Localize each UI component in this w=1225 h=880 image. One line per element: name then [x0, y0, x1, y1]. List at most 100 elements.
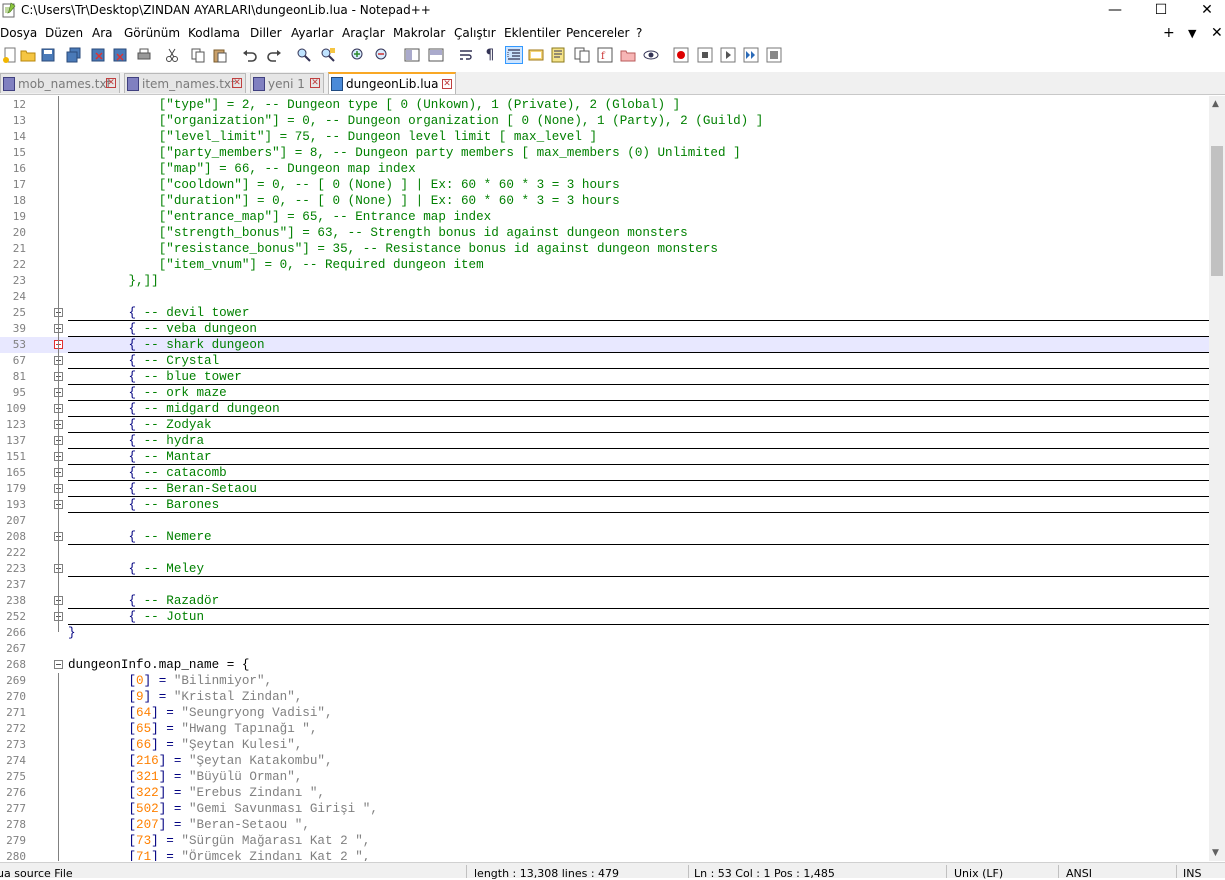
cut-icon[interactable]: [164, 47, 180, 63]
code-line[interactable]: 15 ["party_members"] = 8, -- Dungeon par…: [0, 145, 1209, 161]
code-text[interactable]: ["level_limit"] = 75, -- Dungeon level l…: [68, 129, 597, 145]
tab-dungeonlib[interactable]: dungeonLib.lua ✕: [328, 72, 456, 94]
code-line[interactable]: 272 [65] = "Hwang Tapınağı ",: [0, 721, 1209, 737]
code-line[interactable]: 20 ["strength_bonus"] = 63, -- Strength …: [0, 225, 1209, 241]
redo-icon[interactable]: [266, 47, 282, 63]
scroll-up-arrow-icon[interactable]: ▲: [1212, 99, 1219, 109]
zoom-out-icon[interactable]: [374, 47, 390, 63]
code-line[interactable]: 19 ["entrance_map"] = 65, -- Entrance ma…: [0, 209, 1209, 225]
close-tab-icon[interactable]: ✕: [442, 79, 452, 89]
tab-yeni-1[interactable]: yeni 1 ✕: [250, 73, 324, 93]
code-line[interactable]: 165 { -- catacomb: [0, 465, 1209, 481]
sync-horizontal-scroll-icon[interactable]: [428, 47, 444, 63]
document-map-icon[interactable]: [550, 47, 566, 63]
code-line[interactable]: 21 ["resistance_bonus"] = 35, -- Resista…: [0, 241, 1209, 257]
record-macro-icon[interactable]: [673, 47, 689, 63]
code-text[interactable]: { -- blue tower: [68, 369, 241, 385]
code-line[interactable]: 271 [64] = "Seungryong Vadisi",: [0, 705, 1209, 721]
code-line[interactable]: 276 [322] = "Erebus Zindanı ",: [0, 785, 1209, 801]
menu-ayarlar[interactable]: Ayarlar: [291, 26, 333, 40]
code-line[interactable]: 81 { -- blue tower: [0, 369, 1209, 385]
code-text[interactable]: { -- hydra: [68, 433, 204, 449]
menu-eklentiler[interactable]: Eklentiler: [504, 26, 561, 40]
code-line[interactable]: 238 { -- Razadör: [0, 593, 1209, 609]
code-line[interactable]: 14 ["level_limit"] = 75, -- Dungeon leve…: [0, 129, 1209, 145]
code-line[interactable]: 279 [73] = "Sürgün Mağarası Kat 2 ",: [0, 833, 1209, 849]
menu-pencereler[interactable]: Pencereler: [566, 26, 629, 40]
new-file-icon[interactable]: [2, 47, 18, 63]
code-line[interactable]: 268 dungeonInfo.map_name = {: [0, 657, 1209, 673]
code-text[interactable]: { -- devil tower: [68, 305, 249, 321]
run-macro-multiple-icon[interactable]: [743, 47, 759, 63]
code-text[interactable]: ["type"] = 2, -- Dungeon type [ 0 (Unkow…: [68, 97, 680, 113]
code-text[interactable]: { -- Meley: [68, 561, 204, 577]
code-line[interactable]: 274 [216] = "Şeytan Katakombu",: [0, 753, 1209, 769]
code-line[interactable]: 280 [71] = "Örümcek Zindanı Kat 2 ",: [0, 849, 1209, 861]
code-text[interactable]: { -- Crystal: [68, 353, 219, 369]
code-text[interactable]: [216] = "Şeytan Katakombu",: [68, 753, 332, 769]
scroll-down-arrow-icon[interactable]: ▼: [1212, 848, 1219, 858]
code-text[interactable]: { -- Razadör: [68, 593, 219, 609]
code-text[interactable]: [0] = "Bilinmiyor",: [68, 673, 272, 689]
code-text[interactable]: { -- Zodyak: [68, 417, 211, 433]
code-text[interactable]: },]]: [68, 273, 158, 289]
code-line[interactable]: 278 [207] = "Beran-Setaou ",: [0, 817, 1209, 833]
document-list-icon[interactable]: [574, 47, 590, 63]
code-text[interactable]: { -- Mantar: [68, 449, 211, 465]
vertical-scrollbar[interactable]: ▲ ▼: [1209, 96, 1225, 861]
code-text[interactable]: { -- Jotun: [68, 609, 204, 625]
user-defined-language-icon[interactable]: [528, 47, 544, 63]
code-text[interactable]: ["map"] = 66, -- Dungeon map index: [68, 161, 416, 177]
code-line[interactable]: 275 [321] = "Büyülü Orman",: [0, 769, 1209, 785]
code-text[interactable]: ["party_members"] = 8, -- Dungeon party …: [68, 145, 741, 161]
minimize-button[interactable]: —: [1092, 0, 1138, 20]
stop-recording-icon[interactable]: [697, 47, 713, 63]
menu-araclar[interactable]: Araçlar: [342, 26, 385, 40]
replace-icon[interactable]: [320, 47, 336, 63]
code-text[interactable]: [71] = "Örümcek Zindanı Kat 2 ",: [68, 849, 370, 861]
code-text[interactable]: [502] = "Gemi Savunması Girişi ",: [68, 801, 377, 817]
menu-diller[interactable]: Diller: [250, 26, 282, 40]
code-line[interactable]: 39 { -- veba dungeon: [0, 321, 1209, 337]
tab-list-dropdown-button[interactable]: ▼: [1188, 27, 1196, 40]
zoom-in-icon[interactable]: [350, 47, 366, 63]
status-encoding[interactable]: ANSI: [1066, 867, 1092, 880]
code-text[interactable]: [65] = "Hwang Tapınağı ",: [68, 721, 317, 737]
indent-guide-icon[interactable]: [505, 46, 523, 64]
code-text[interactable]: ["organization"] = 0, -- Dungeon organiz…: [68, 113, 764, 129]
code-text[interactable]: ["duration"] = 0, -- [ 0 (None) ] | Ex: …: [68, 193, 620, 209]
find-icon[interactable]: [296, 47, 312, 63]
code-text[interactable]: }: [68, 625, 76, 641]
word-wrap-icon[interactable]: [458, 47, 474, 63]
close-all-icon[interactable]: [112, 47, 128, 63]
close-tab-icon[interactable]: ✕: [310, 78, 320, 88]
print-icon[interactable]: [136, 47, 152, 63]
code-text[interactable]: ["cooldown"] = 0, -- [ 0 (None) ] | Ex: …: [68, 177, 620, 193]
close-tab-icon[interactable]: ✕: [232, 78, 242, 88]
fold-collapse-icon[interactable]: [54, 660, 63, 669]
code-line[interactable]: 269 [0] = "Bilinmiyor",: [0, 673, 1209, 689]
code-line[interactable]: 17 ["cooldown"] = 0, -- [ 0 (None) ] | E…: [0, 177, 1209, 193]
status-eol[interactable]: Unix (LF): [954, 867, 1003, 880]
close-file-icon[interactable]: [90, 47, 106, 63]
tab-mob-names[interactable]: mob_names.txt ✕: [0, 73, 120, 93]
undo-icon[interactable]: [242, 47, 258, 63]
code-line[interactable]: 123 { -- Zodyak: [0, 417, 1209, 433]
code-text[interactable]: { -- veba dungeon: [68, 321, 256, 337]
code-line[interactable]: 267: [0, 641, 1209, 657]
code-text[interactable]: [321] = "Büyülü Orman",: [68, 769, 302, 785]
code-line[interactable]: 13 ["organization"] = 0, -- Dungeon orga…: [0, 113, 1209, 129]
copy-icon[interactable]: [190, 47, 206, 63]
code-text[interactable]: { -- Nemere: [68, 529, 211, 545]
maximize-button[interactable]: ☐: [1138, 0, 1184, 20]
new-tab-plus-button[interactable]: +: [1163, 25, 1175, 41]
code-editor[interactable]: 12 ["type"] = 2, -- Dungeon type [ 0 (Un…: [0, 96, 1209, 861]
code-text[interactable]: [9] = "Kristal Zindan",: [68, 689, 302, 705]
code-line[interactable]: 67 { -- Crystal: [0, 353, 1209, 369]
code-line[interactable]: 24: [0, 289, 1209, 305]
menu-help[interactable]: ?: [636, 26, 642, 40]
code-text[interactable]: dungeonInfo.map_name = {: [68, 657, 249, 673]
monitoring-icon[interactable]: [643, 47, 659, 63]
code-line[interactable]: 222: [0, 545, 1209, 561]
code-line[interactable]: 208 { -- Nemere: [0, 529, 1209, 545]
